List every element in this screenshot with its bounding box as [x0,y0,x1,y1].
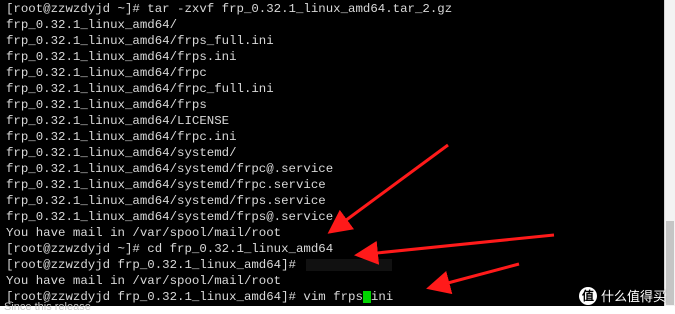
terminal-line-frpc: frp_0.32.1_linux_amd64/frpc [6,66,207,80]
screenshot-page: [root@zzwzdyjd ~]# tar -zxvf frp_0.32.1_… [0,0,675,314]
terminal-current-command-suffix: ini [370,290,394,304]
terminal-line-frps-full: frp_0.32.1_linux_amd64/frps_full.ini [6,34,274,48]
terminal-line-frps-service: frp_0.32.1_linux_amd64/systemd/frps.serv… [6,194,326,208]
terminal-line-frps: frp_0.32.1_linux_amd64/frps [6,98,207,112]
terminal-line-command-tar: [root@zzwzdyjd ~]# tar -zxvf frp_0.32.1_… [6,2,453,16]
terminal-line-command-cd: [root@zzwzdyjd ~]# cd frp_0.32.1_linux_a… [6,242,334,256]
terminal-input-line[interactable]: [root@zzwzdyjd frp_0.32.1_linux_amd64]# … [6,289,656,305]
bottom-white-strip [0,306,675,314]
terminal-line-frps-ini: frp_0.32.1_linux_amd64/frps.ini [6,50,237,64]
terminal-line-license: frp_0.32.1_linux_amd64/LICENSE [6,114,230,128]
terminal-line-frpc-full: frp_0.32.1_linux_amd64/frpc_full.ini [6,82,274,96]
terminal-line-directory: frp_0.32.1_linux_amd64/ [6,18,178,32]
terminal-line-mail-2: You have mail in /var/spool/mail/root [6,274,282,288]
text-cursor [362,291,371,303]
watermark-text: 什么值得买 [600,290,666,305]
vertical-scrollbar[interactable] [664,0,675,306]
terminal-line-mail-1: You have mail in /var/spool/mail/root [6,226,282,240]
scrollbar-thumb[interactable] [666,221,674,305]
terminal-line-frps-at-service: frp_0.32.1_linux_amd64/systemd/frps@.ser… [6,210,334,224]
watermark-logo: 值 什么值得买 [578,286,666,305]
terminal-window[interactable]: [root@zzwzdyjd ~]# tar -zxvf frp_0.32.1_… [0,0,664,306]
watermark-badge: 值 [578,286,597,305]
since-this-release-text: Since this release [4,301,91,313]
terminal-line-frpc-service: frp_0.32.1_linux_amd64/systemd/frpc.serv… [6,178,326,192]
redacted-command [306,259,392,271]
terminal-prompt: [root@zzwzdyjd frp_0.32.1_linux_amd64]# [6,258,296,272]
terminal-line-systemd-directory: frp_0.32.1_linux_amd64/systemd/ [6,146,237,160]
terminal-output: [root@zzwzdyjd ~]# tar -zxvf frp_0.32.1_… [6,1,656,305]
terminal-line-redacted-prompt: [root@zzwzdyjd frp_0.32.1_linux_amd64]# [6,257,656,273]
terminal-line-frpc-at-service: frp_0.32.1_linux_amd64/systemd/frpc@.ser… [6,162,334,176]
terminal-line-frpc-ini: frp_0.32.1_linux_amd64/frpc.ini [6,130,237,144]
